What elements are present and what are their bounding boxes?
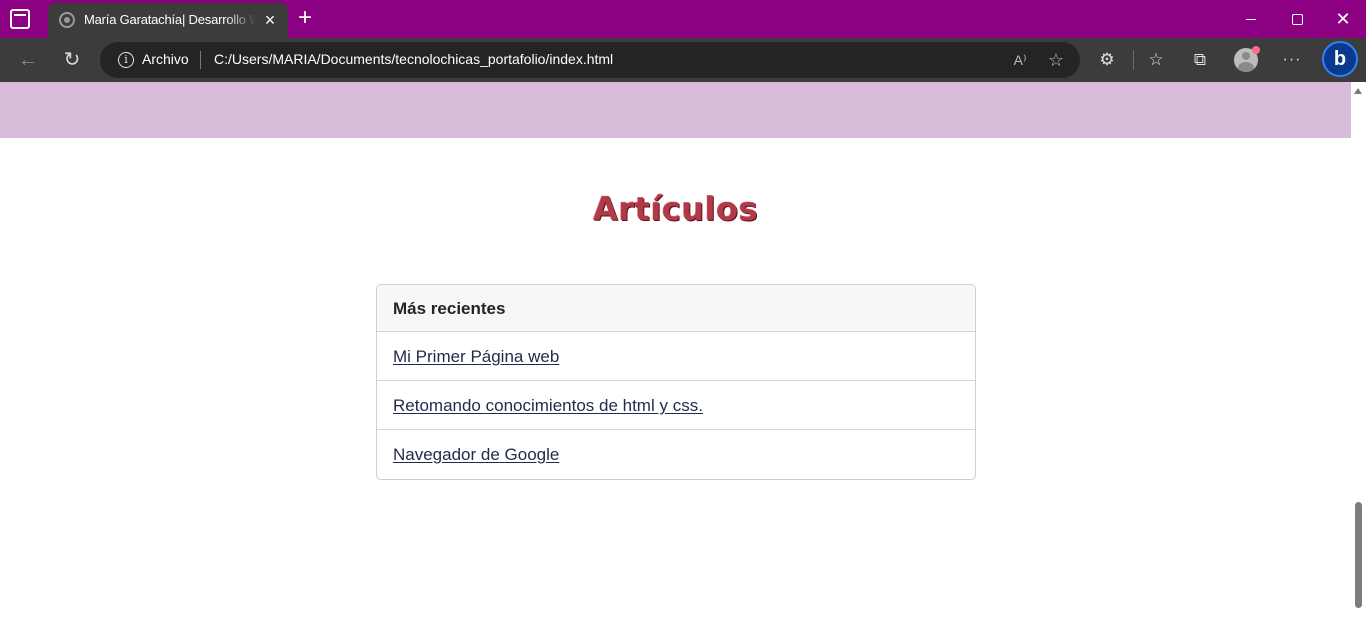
info-icon[interactable]: i <box>118 52 134 68</box>
url-text[interactable]: C:/Users/MARIA/Documents/tecnolochicas_p… <box>214 51 613 67</box>
refresh-button[interactable]: ↻ <box>58 46 86 74</box>
extensions-icon[interactable]: ⚙ <box>1095 48 1119 72</box>
more-options-icon[interactable]: ··· <box>1280 48 1304 72</box>
article-link-2[interactable]: Retomando conocimientos de html y css. <box>393 396 703 416</box>
vertical-scrollbar[interactable] <box>1351 82 1366 618</box>
article-link-3[interactable]: Navegador de Google <box>393 445 559 465</box>
scroll-thumb[interactable] <box>1355 502 1362 608</box>
list-item: Mi Primer Página web <box>377 332 975 381</box>
favorites-icon[interactable]: ☆ <box>1144 48 1168 72</box>
minimize-button[interactable] <box>1228 0 1274 38</box>
list-item: Retomando conocimientos de html y css. <box>377 381 975 430</box>
back-button[interactable]: ← <box>14 46 42 74</box>
page-viewport: Artículos Más recientes Mi Primer Página… <box>0 82 1351 618</box>
list-item: Navegador de Google <box>377 430 975 479</box>
page-title: Artículos <box>592 190 759 228</box>
tab-actions-icon[interactable] <box>10 9 30 29</box>
address-separator <box>200 51 201 69</box>
tab-close-icon[interactable]: × <box>260 10 280 30</box>
add-favorite-icon[interactable]: ☆ <box>1046 50 1066 70</box>
site-info-label[interactable]: Archivo <box>142 51 189 67</box>
card-header-title: Más recientes <box>393 299 506 318</box>
article-link-1[interactable]: Mi Primer Página web <box>393 347 559 367</box>
tab-active[interactable]: María Garatachía| Desarrollo Web × <box>48 3 288 38</box>
card-header: Más recientes <box>377 285 975 332</box>
collections-icon[interactable]: ⧉ <box>1188 48 1212 72</box>
articles-card: Más recientes Mi Primer Página web Retom… <box>376 284 976 480</box>
favicon-icon <box>59 12 75 28</box>
tab-title: María Garatachía| Desarrollo Web <box>84 12 256 27</box>
address-bar[interactable]: i Archivo C:/Users/MARIA/Documents/tecno… <box>100 42 1080 78</box>
profile-avatar[interactable] <box>1234 46 1260 72</box>
new-tab-button[interactable]: + <box>292 5 318 31</box>
browser-toolbar: ← ↻ i Archivo C:/Users/MARIA/Documents/t… <box>0 38 1366 82</box>
window-close-button[interactable]: ✕ <box>1320 0 1366 38</box>
read-aloud-icon[interactable]: A⁾ <box>1010 50 1030 70</box>
page-header-band <box>0 82 1351 138</box>
bing-copilot-icon[interactable]: b <box>1322 41 1358 77</box>
toolbar-separator <box>1133 50 1134 70</box>
restore-button[interactable] <box>1274 0 1320 38</box>
title-bar: María Garatachía| Desarrollo Web × + ✕ <box>0 0 1366 38</box>
notification-dot <box>1252 46 1260 54</box>
scroll-up-arrow-icon[interactable] <box>1354 88 1362 94</box>
